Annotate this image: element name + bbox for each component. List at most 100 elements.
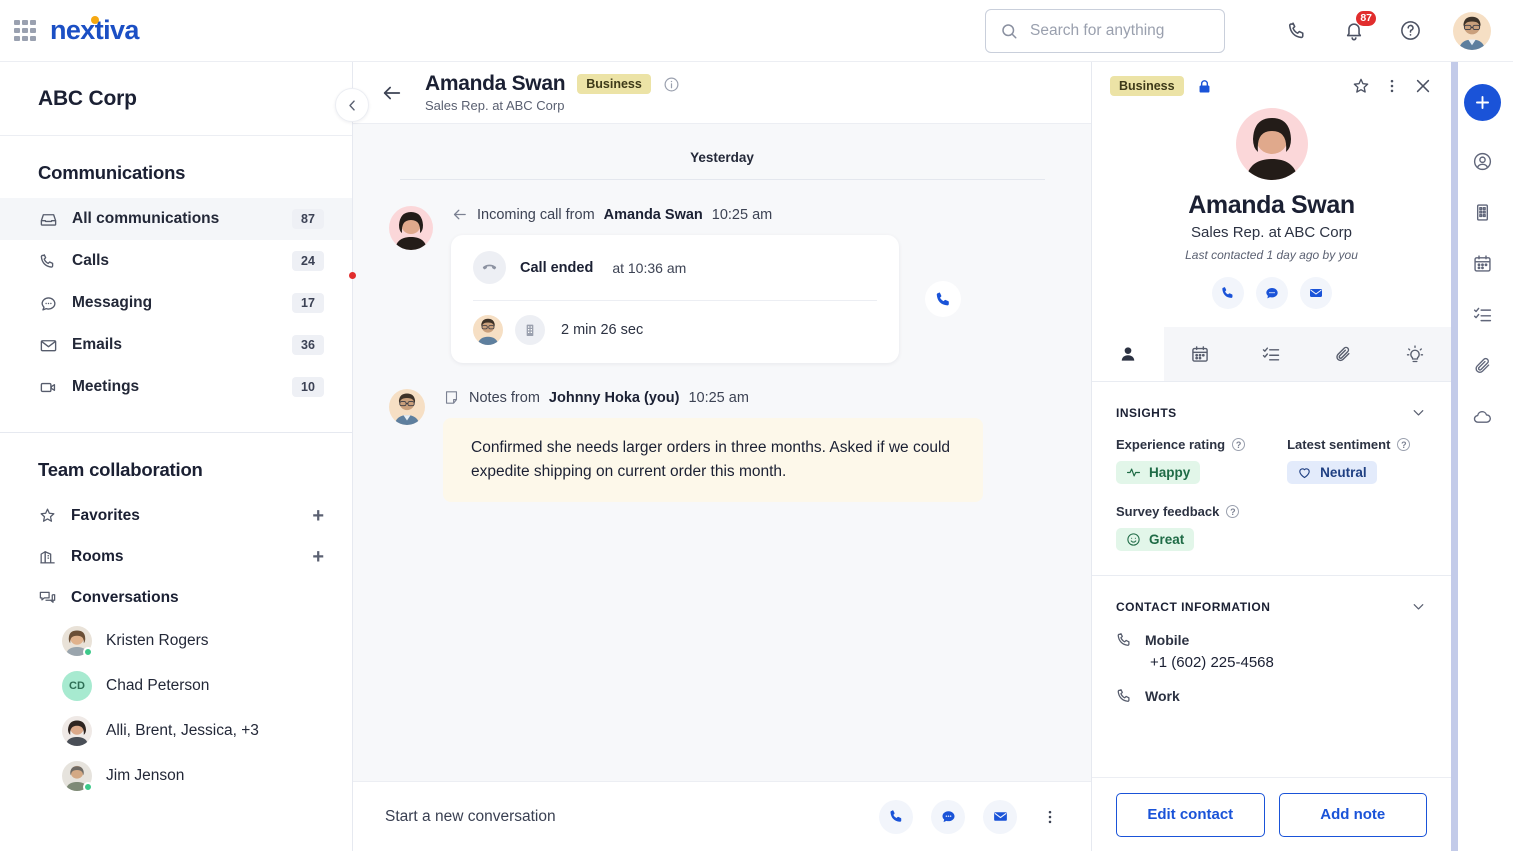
help-icon[interactable]: ? xyxy=(1397,438,1410,451)
insights-grid: Experience rating ? Happy Latest sent xyxy=(1092,421,1451,484)
tab-insights[interactable] xyxy=(1379,327,1451,381)
add-favorite-button[interactable]: + xyxy=(312,506,324,526)
sidebar-notification-dot xyxy=(349,272,356,279)
message-time: 10:25 am xyxy=(712,207,772,223)
message-prefix: Incoming call from xyxy=(477,207,595,223)
chevron-down-icon[interactable] xyxy=(1410,404,1427,421)
bell-icon[interactable]: 87 xyxy=(1341,18,1367,44)
create-new-button[interactable] xyxy=(1464,84,1501,121)
sidebar-item-label: Meetings xyxy=(72,378,278,396)
avatar xyxy=(62,716,92,746)
list-item[interactable]: Alli, Brent, Jessica, +3 xyxy=(0,708,352,753)
tab-attachments[interactable] xyxy=(1307,327,1379,381)
rail-item-accounts[interactable] xyxy=(1472,202,1493,223)
sidebar-collapse-button[interactable] xyxy=(335,88,369,122)
chevron-left-icon xyxy=(345,98,360,113)
list-item[interactable]: Jim Jenson xyxy=(0,753,352,798)
sidebar-item-messaging[interactable]: Messaging 17 xyxy=(0,282,352,324)
list-item-label: Alli, Brent, Jessica, +3 xyxy=(106,722,259,740)
heart-icon xyxy=(1297,465,1312,480)
contact-panel-content: INSIGHTS Experience rating ? xyxy=(1092,382,1451,777)
tab-person[interactable] xyxy=(1092,327,1164,381)
list-item[interactable]: CD Chad Peterson xyxy=(0,663,352,708)
avatar xyxy=(62,626,92,656)
call-back-button[interactable] xyxy=(925,281,961,317)
message-sender: Johnny Hoka (you) xyxy=(549,390,680,406)
close-icon[interactable] xyxy=(1413,76,1433,96)
rail-item-cloud[interactable] xyxy=(1472,406,1493,427)
chevron-down-icon[interactable] xyxy=(1410,598,1427,615)
rail-item-calendar[interactable] xyxy=(1472,253,1493,274)
edit-contact-button[interactable]: Edit contact xyxy=(1116,793,1265,837)
status-badge: Business xyxy=(1110,76,1184,96)
call-card-duration-row: 2 min 26 sec xyxy=(451,301,899,363)
composer-email-button[interactable] xyxy=(983,800,1017,834)
message-time: 10:25 am xyxy=(688,390,748,406)
contact-information-header: CONTACT INFORMATION xyxy=(1092,576,1451,615)
search-icon xyxy=(1000,22,1018,40)
insight-label: Survey feedback ? xyxy=(1116,504,1239,519)
back-arrow-icon[interactable] xyxy=(381,82,403,104)
sidebar-item-count: 87 xyxy=(292,209,324,229)
sidebar-item-rooms[interactable]: Rooms + xyxy=(0,536,352,577)
message-thread: Yesterday Incoming call from xyxy=(353,124,1091,781)
add-note-button[interactable]: Add note xyxy=(1279,793,1428,837)
sidebar-item-calls[interactable]: Calls 24 xyxy=(0,240,352,282)
contact-field-value[interactable]: +1 (602) 225-4568 xyxy=(1092,649,1451,671)
search-box[interactable] xyxy=(985,9,1225,53)
contact-profile: Amanda Swan Sales Rep. at ABC Corp Last … xyxy=(1092,96,1451,309)
building-icon xyxy=(515,315,545,345)
rail-item-tasks[interactable] xyxy=(1472,304,1493,325)
composer-call-button[interactable] xyxy=(879,800,913,834)
message-call: Incoming call from Amanda Swan 10:25 am xyxy=(353,180,1091,363)
search-input[interactable] xyxy=(1030,22,1210,40)
sidebar-item-count: 24 xyxy=(292,251,324,271)
insight-label: Latest sentiment ? xyxy=(1287,437,1410,452)
tab-tasks[interactable] xyxy=(1236,327,1308,381)
composer-more-button[interactable] xyxy=(1035,808,1059,826)
star-icon[interactable] xyxy=(1351,76,1371,96)
info-icon[interactable] xyxy=(663,76,680,93)
sidebar-item-favorites[interactable]: Favorites + xyxy=(0,495,352,536)
help-icon[interactable] xyxy=(1397,18,1423,44)
help-icon[interactable]: ? xyxy=(1226,505,1239,518)
nextiva-logo[interactable]: nextiva xyxy=(50,15,139,46)
right-rail xyxy=(1451,62,1513,851)
help-icon[interactable]: ? xyxy=(1232,438,1245,451)
sidebar-item-all-communications[interactable]: All communications 87 xyxy=(0,198,352,240)
kebab-menu-icon[interactable] xyxy=(1383,77,1401,95)
contact-call-button[interactable] xyxy=(1212,277,1244,309)
latest-sentiment-value: Neutral xyxy=(1320,465,1367,480)
phone-icon[interactable] xyxy=(1285,18,1311,44)
list-item[interactable]: Kristen Rogers xyxy=(0,618,352,663)
contact-message-button[interactable] xyxy=(1256,277,1288,309)
call-card-row: Call ended at 10:36 am xyxy=(451,235,1055,363)
sidebar-item-count: 10 xyxy=(292,377,324,397)
composer-message-button[interactable] xyxy=(931,800,965,834)
left-sidebar: ABC Corp Communications All communicatio… xyxy=(0,62,353,851)
apps-grid-icon[interactable] xyxy=(12,18,38,44)
building-icon xyxy=(1472,202,1493,223)
tab-calendar[interactable] xyxy=(1164,327,1236,381)
sidebar-item-conversations[interactable]: Conversations xyxy=(0,577,352,618)
add-room-button[interactable]: + xyxy=(312,547,324,567)
call-card[interactable]: Call ended at 10:36 am xyxy=(451,235,899,363)
user-avatar[interactable] xyxy=(1453,12,1491,50)
composer-placeholder[interactable]: Start a new conversation xyxy=(385,808,861,826)
video-icon xyxy=(38,377,58,397)
note-icon xyxy=(443,389,460,406)
smiley-icon xyxy=(1126,532,1141,547)
rail-item-files[interactable] xyxy=(1472,355,1493,376)
contact-email-button[interactable] xyxy=(1300,277,1332,309)
sidebar-item-emails[interactable]: Emails 36 xyxy=(0,324,352,366)
survey-feedback-pill: Great xyxy=(1116,528,1194,551)
rail-item-contacts[interactable] xyxy=(1472,151,1493,172)
message-meta: Incoming call from Amanda Swan 10:25 am xyxy=(451,206,1055,223)
building-icon xyxy=(38,547,57,566)
sidebar-item-meetings[interactable]: Meetings 10 xyxy=(0,366,352,408)
contact-field-label: Work xyxy=(1145,688,1180,704)
message-body: Notes from Johnny Hoka (you) 10:25 am Co… xyxy=(443,389,1055,502)
scrollbar[interactable] xyxy=(1451,62,1458,851)
conversation-titles: Amanda Swan Business Sales Rep. at ABC C… xyxy=(425,72,680,113)
sidebar-item-label: Rooms xyxy=(71,548,124,566)
